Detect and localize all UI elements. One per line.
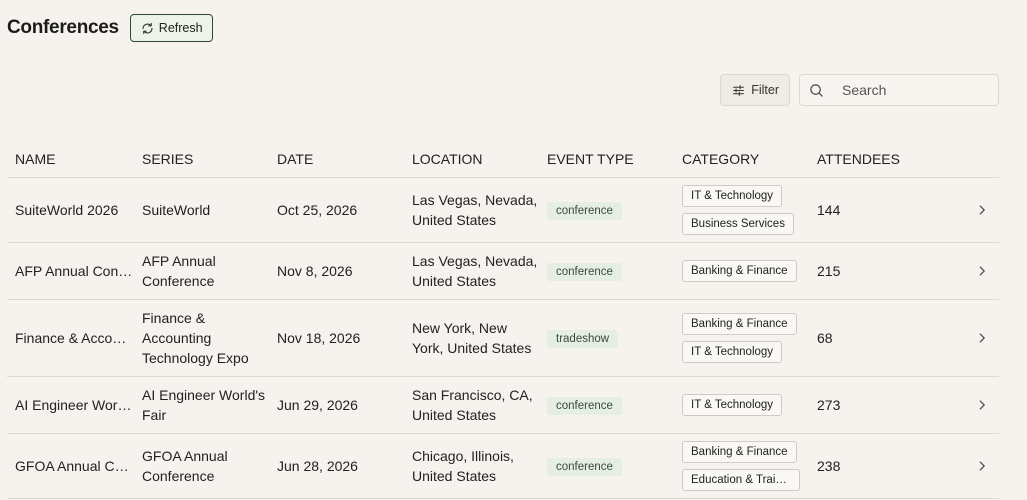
column-header-date[interactable]: DATE bbox=[277, 151, 412, 167]
cell-series: SuiteWorld bbox=[142, 202, 211, 218]
row-open[interactable] bbox=[952, 203, 999, 217]
table-row[interactable]: GFOA Annual Con... GFOA Annual Conferenc… bbox=[7, 434, 999, 499]
event-type-badge: tradeshow bbox=[547, 329, 619, 348]
event-type-badge: conference bbox=[547, 201, 622, 220]
table-header: NAME SERIES DATE LOCATION EVENT TYPE CAT… bbox=[7, 140, 999, 178]
column-header-series[interactable]: SERIES bbox=[142, 151, 277, 167]
chevron-right-icon bbox=[979, 266, 985, 276]
chevron-right-icon bbox=[979, 333, 985, 343]
cell-category: Banking & Finance Education & Traini... bbox=[682, 441, 817, 491]
chevron-right-icon bbox=[979, 461, 985, 471]
column-header-event-type[interactable]: EVENT TYPE bbox=[547, 151, 682, 167]
table-row[interactable]: AFP Annual Confe... AFP Annual Conferenc… bbox=[7, 243, 999, 300]
cell-name: AFP Annual Confe... bbox=[15, 263, 142, 279]
cell-event-type: conference bbox=[547, 457, 682, 476]
category-tag: Banking & Finance bbox=[682, 313, 797, 335]
refresh-button[interactable]: Refresh bbox=[129, 14, 213, 42]
column-header-name[interactable]: NAME bbox=[7, 151, 142, 167]
cell-date: Jun 29, 2026 bbox=[277, 397, 358, 413]
column-header-attendees[interactable]: ATTENDEES bbox=[817, 151, 952, 167]
row-open[interactable] bbox=[952, 331, 999, 345]
cell-series: GFOA Annual Conference bbox=[142, 448, 228, 484]
cell-location: Las Vegas, Nevada, United States bbox=[412, 192, 538, 228]
category-tag: Education & Traini... bbox=[682, 469, 800, 491]
cell-series: Finance & Accounting Technology Expo bbox=[142, 310, 249, 366]
row-open[interactable] bbox=[952, 459, 999, 473]
category-tag: Banking & Finance bbox=[682, 260, 797, 282]
cell-location: Chicago, Illinois, United States bbox=[412, 448, 514, 484]
chevron-right-icon bbox=[979, 205, 985, 215]
category-tag: IT & Technology bbox=[682, 341, 783, 363]
category-tag: IT & Technology bbox=[682, 394, 783, 416]
filter-button[interactable]: Filter bbox=[720, 74, 790, 106]
refresh-icon bbox=[142, 22, 153, 34]
search-input[interactable] bbox=[842, 82, 982, 98]
cell-event-type: conference bbox=[547, 201, 682, 220]
cell-name: AI Engineer World'... bbox=[15, 397, 142, 413]
cell-name: Finance & Account... bbox=[15, 330, 142, 346]
event-type-badge: conference bbox=[547, 457, 622, 476]
cell-series: AI Engineer World's Fair bbox=[142, 387, 266, 423]
cell-location: San Francisco, CA, United States bbox=[412, 387, 533, 423]
column-header-category[interactable]: CATEGORY bbox=[682, 151, 817, 167]
table-row[interactable]: SuiteWorld 2026 SuiteWorld Oct 25, 2026 … bbox=[7, 178, 999, 243]
cell-attendees: 238 bbox=[817, 458, 841, 474]
cell-location: Las Vegas, Nevada, United States bbox=[412, 253, 538, 289]
cell-name: SuiteWorld 2026 bbox=[15, 202, 119, 218]
column-header-location[interactable]: LOCATION bbox=[412, 151, 547, 167]
cell-date: Oct 25, 2026 bbox=[277, 202, 358, 218]
cell-date: Nov 8, 2026 bbox=[277, 263, 353, 279]
refresh-label: Refresh bbox=[158, 21, 203, 35]
cell-attendees: 144 bbox=[817, 202, 841, 218]
category-tag: IT & Technology bbox=[682, 185, 783, 207]
category-tag: Banking & Finance bbox=[682, 441, 797, 463]
row-open[interactable] bbox=[952, 398, 999, 412]
event-type-badge: conference bbox=[547, 262, 622, 281]
cell-event-type: conference bbox=[547, 262, 682, 281]
cell-location: New York, New York, United States bbox=[412, 320, 532, 356]
cell-name: GFOA Annual Con... bbox=[15, 458, 142, 474]
cell-date: Nov 18, 2026 bbox=[277, 330, 361, 346]
sliders-icon bbox=[733, 84, 745, 96]
conferences-table: NAME SERIES DATE LOCATION EVENT TYPE CAT… bbox=[7, 140, 999, 499]
toolbar: Filter bbox=[720, 74, 999, 106]
chevron-right-icon bbox=[979, 400, 985, 410]
cell-category: Banking & Finance IT & Technology bbox=[682, 313, 817, 363]
event-type-badge: conference bbox=[547, 396, 622, 415]
cell-category: IT & Technology Business Services bbox=[682, 185, 817, 235]
cell-attendees: 273 bbox=[817, 397, 841, 413]
row-open[interactable] bbox=[952, 264, 999, 278]
page-header: Conferences Refresh bbox=[7, 14, 213, 42]
table-row[interactable]: Finance & Account... Finance & Accountin… bbox=[7, 300, 999, 377]
cell-attendees: 215 bbox=[817, 263, 841, 279]
table-row[interactable]: AI Engineer World'... AI Engineer World'… bbox=[7, 377, 999, 434]
page-title: Conferences bbox=[7, 17, 119, 38]
cell-series: AFP Annual Conference bbox=[142, 253, 216, 289]
search-icon bbox=[810, 83, 823, 97]
search-box[interactable] bbox=[799, 74, 999, 106]
cell-event-type: conference bbox=[547, 396, 682, 415]
cell-category: IT & Technology bbox=[682, 394, 817, 416]
cell-category: Banking & Finance bbox=[682, 260, 817, 282]
category-tag: Business Services bbox=[682, 213, 794, 235]
cell-attendees: 68 bbox=[817, 330, 833, 346]
cell-date: Jun 28, 2026 bbox=[277, 458, 358, 474]
cell-event-type: tradeshow bbox=[547, 329, 682, 348]
filter-label: Filter bbox=[751, 83, 779, 97]
